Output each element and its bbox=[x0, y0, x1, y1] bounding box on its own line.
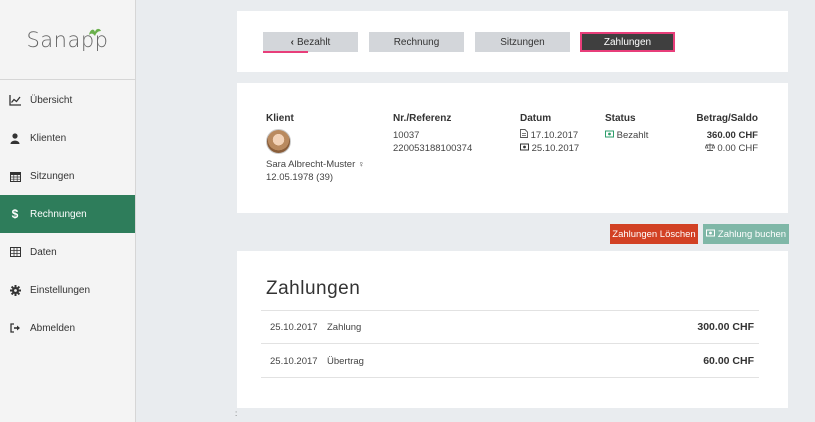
divider bbox=[261, 343, 759, 344]
sidebar-item-invoices[interactable]: $ Rechnungen bbox=[0, 195, 135, 233]
invoice-number: 10037 bbox=[393, 130, 420, 141]
invoice-balance: 0.00 CHF bbox=[717, 143, 758, 154]
header-date: Datum bbox=[520, 113, 552, 124]
leaf-icon bbox=[89, 28, 101, 36]
payment-amount: 60.00 CHF bbox=[703, 355, 754, 367]
sidebar-item-label: Daten bbox=[30, 246, 57, 258]
payment-date: 25.10.2017 bbox=[531, 143, 580, 154]
money-icon bbox=[605, 130, 617, 141]
sidebar-item-sessions[interactable]: Sitzungen bbox=[0, 157, 135, 195]
payment-label: Übertrag bbox=[327, 356, 364, 367]
sidebar-item-label: Übersicht bbox=[30, 94, 73, 106]
money-icon bbox=[520, 143, 532, 154]
active-underline bbox=[263, 51, 308, 53]
payment-label: Zahlung bbox=[327, 322, 362, 333]
tab-sessions[interactable]: Sitzungen bbox=[475, 32, 570, 52]
balance-scale-icon bbox=[704, 143, 718, 154]
delete-payments-button[interactable]: Zahlungen Löschen bbox=[610, 224, 698, 244]
sidebar-item-label: Rechnungen bbox=[30, 208, 87, 220]
tab-back-paid[interactable]: ‹ Bezahlt bbox=[263, 32, 358, 52]
footer-mark: : bbox=[235, 409, 238, 418]
gear-icon bbox=[8, 283, 22, 297]
app-logo[interactable]: Sanapp bbox=[0, 0, 135, 80]
money-icon bbox=[705, 229, 715, 240]
file-icon bbox=[520, 129, 531, 141]
payment-date-row: 25.10.2017 bbox=[520, 142, 579, 155]
chevron-left-icon: ‹ bbox=[290, 36, 294, 48]
payments-panel: Zahlungen 25.10.2017 Zahlung 300.00 CHF … bbox=[237, 251, 788, 408]
invoice-balance-row: 0.00 CHF bbox=[704, 142, 758, 155]
invoice-amount: 360.00 CHF bbox=[706, 130, 758, 141]
payment-date: 25.10.2017 bbox=[270, 356, 318, 367]
client-name-row[interactable]: Sara Albrecht-Muster ♀ bbox=[266, 158, 365, 171]
book-payment-button[interactable]: Zahlung buchen bbox=[703, 224, 789, 244]
payment-amount: 300.00 CHF bbox=[697, 321, 754, 333]
payment-date: 25.10.2017 bbox=[270, 322, 318, 333]
chart-line-icon bbox=[8, 93, 22, 107]
tab-label: Bezahlt bbox=[296, 36, 331, 48]
tabs-panel: ‹ Bezahlt Rechnung Sitzungen Zahlungen bbox=[237, 11, 788, 72]
header-client: Klient bbox=[266, 113, 294, 124]
sidebar-item-settings[interactable]: Einstellungen bbox=[0, 271, 135, 309]
female-icon: ♀ bbox=[357, 159, 365, 169]
avatar[interactable] bbox=[266, 129, 291, 154]
invoice-info-panel: Klient Nr./Referenz Datum Status Betrag/… bbox=[237, 83, 788, 213]
invoice-reference: 220053188100374 bbox=[393, 143, 473, 154]
header-status: Status bbox=[605, 113, 636, 124]
calendar-icon bbox=[8, 169, 22, 183]
status-badge: Bezahlt bbox=[605, 129, 648, 142]
dollar-icon: $ bbox=[11, 207, 19, 221]
divider bbox=[261, 310, 759, 311]
book-payment-label: Zahlung buchen bbox=[717, 228, 787, 240]
divider bbox=[261, 377, 759, 378]
header-amount: Betrag/Saldo bbox=[696, 113, 758, 124]
status-text: Bezahlt bbox=[616, 130, 649, 141]
sidebar-item-label: Sitzungen bbox=[30, 170, 75, 182]
sidebar-item-logout[interactable]: Abmelden bbox=[0, 309, 135, 347]
table-icon bbox=[8, 245, 22, 259]
user-icon bbox=[8, 131, 22, 145]
invoice-date: 17.10.2017 bbox=[530, 130, 579, 141]
client-name: Sara Albrecht-Muster bbox=[266, 159, 356, 170]
sidebar-item-label: Klienten bbox=[30, 132, 67, 144]
sidebar-item-label: Einstellungen bbox=[30, 284, 91, 296]
sidebar-item-label: Abmelden bbox=[30, 322, 76, 334]
sidebar-item-clients[interactable]: Klienten bbox=[0, 119, 135, 157]
tab-invoice[interactable]: Rechnung bbox=[369, 32, 464, 52]
header-reference: Nr./Referenz bbox=[393, 113, 452, 124]
sidebar-item-data[interactable]: Daten bbox=[0, 233, 135, 271]
sidebar-item-overview[interactable]: Übersicht bbox=[0, 81, 135, 119]
sidebar: Sanapp Übersicht Klienten Sitzungen $ Re… bbox=[0, 0, 136, 422]
payments-title: Zahlungen bbox=[266, 278, 361, 299]
sign-out-icon bbox=[8, 321, 22, 335]
invoice-date-row: 17.10.2017 bbox=[520, 129, 578, 142]
tab-payments[interactable]: Zahlungen bbox=[580, 32, 675, 52]
sidebar-nav: Übersicht Klienten Sitzungen $ Rechnunge… bbox=[0, 81, 135, 347]
client-birthdate: 12.05.1978 (39) bbox=[266, 172, 334, 183]
